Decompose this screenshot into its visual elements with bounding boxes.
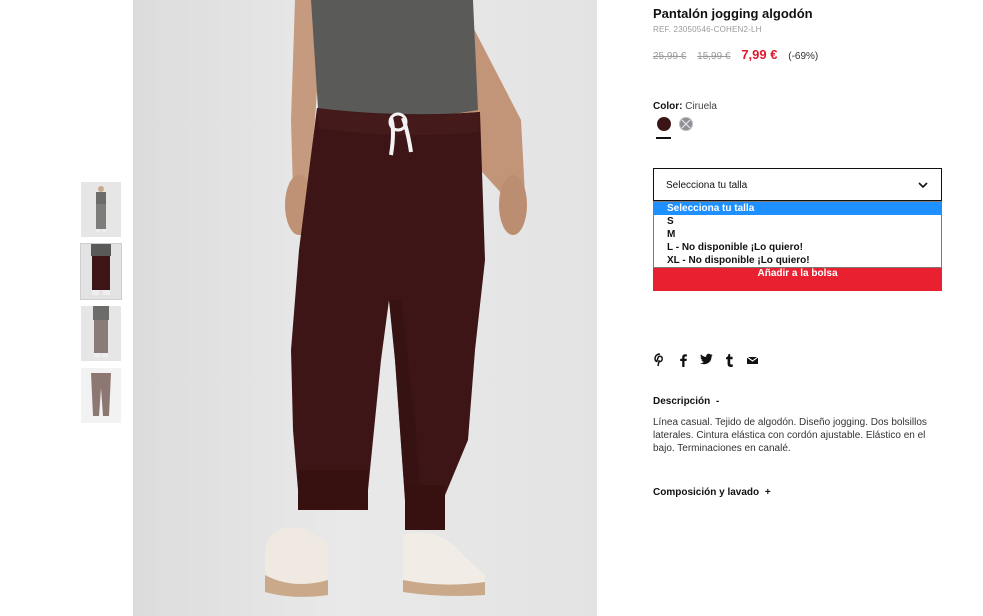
composition-toggle[interactable]: Composición y lavado + xyxy=(653,487,771,498)
composition-expand-indicator: + xyxy=(764,487,771,498)
price-row: 25,99 € 15,99 € 7,99 € (-69%) xyxy=(653,47,818,62)
thumbnail-2[interactable] xyxy=(80,243,122,300)
thumbnail-gallery xyxy=(80,182,122,430)
product-main-image xyxy=(133,0,597,616)
pinterest-icon[interactable] xyxy=(653,353,667,369)
description-heading: Descripción xyxy=(653,396,711,407)
add-to-bag-button[interactable]: Añadir a la bolsa xyxy=(653,265,942,291)
size-dropdown-list[interactable]: Selecciona tu talla S M L - No disponibl… xyxy=(653,201,942,268)
original-price: 25,99 € xyxy=(653,51,687,62)
size-option-xl[interactable]: XL - No disponible ¡Lo quiero! xyxy=(654,254,941,267)
color-label: Color: xyxy=(653,101,683,112)
size-option-s[interactable]: S xyxy=(654,215,941,228)
size-option-placeholder[interactable]: Selecciona tu talla xyxy=(654,202,941,215)
add-to-bag-label: Añadir a la bolsa xyxy=(757,268,838,279)
size-select[interactable]: Selecciona tu talla xyxy=(653,168,942,201)
description-collapse-indicator: - xyxy=(716,396,720,407)
thumbnail-3[interactable] xyxy=(81,306,121,361)
twitter-icon[interactable] xyxy=(699,353,713,369)
previous-price: 15,99 € xyxy=(697,51,731,62)
description-text: Línea casual. Tejido de algodón. Diseño … xyxy=(653,417,927,454)
mail-icon[interactable] xyxy=(745,353,759,369)
product-reference: REF. 23050546-COHEN2-LH xyxy=(653,25,762,34)
tumblr-icon[interactable] xyxy=(722,353,736,369)
chevron-down-icon xyxy=(918,182,928,189)
color-swatch-ciruela[interactable] xyxy=(657,117,671,131)
color-label-row: Color: Ciruela xyxy=(653,101,717,112)
description-toggle[interactable]: Descripción - xyxy=(653,396,719,407)
size-select-value: Selecciona tu talla xyxy=(666,180,748,191)
size-option-l[interactable]: L - No disponible ¡Lo quiero! xyxy=(654,241,941,254)
product-title: Pantalón jogging algodón xyxy=(653,6,813,21)
facebook-icon[interactable] xyxy=(676,353,690,369)
color-value: Ciruela xyxy=(685,101,717,112)
thumbnail-1[interactable] xyxy=(81,182,121,237)
unavailable-cross-icon xyxy=(681,119,691,129)
selected-swatch-indicator xyxy=(656,137,671,139)
color-swatch-gris[interactable] xyxy=(679,117,693,131)
sale-price: 7,99 € xyxy=(741,47,778,62)
size-option-m[interactable]: M xyxy=(654,228,941,241)
model-illustration xyxy=(265,0,527,597)
thumbnail-4[interactable] xyxy=(81,368,121,423)
composition-heading: Composición y lavado xyxy=(653,487,760,498)
discount-percent: (-69%) xyxy=(788,51,819,62)
